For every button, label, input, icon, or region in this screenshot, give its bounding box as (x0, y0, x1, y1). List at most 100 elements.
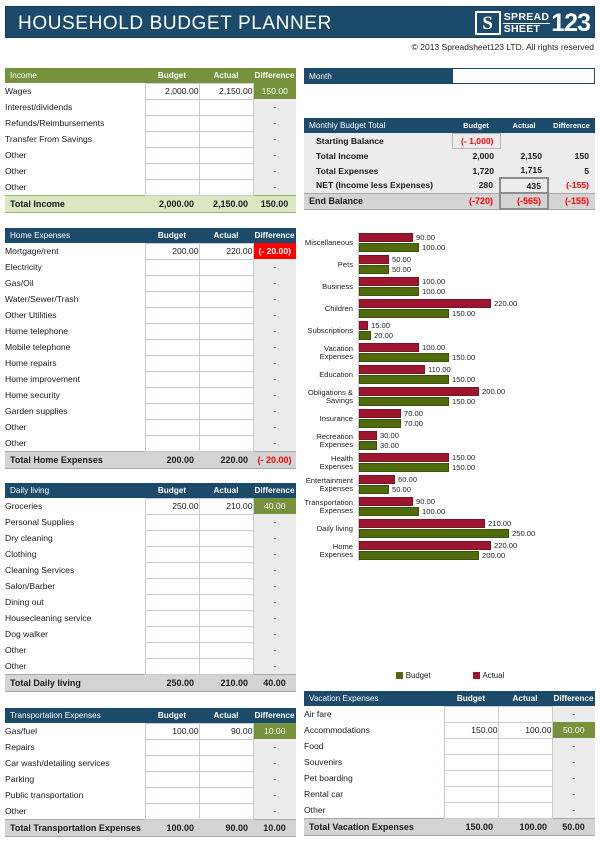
row-actual-input[interactable] (198, 354, 254, 372)
row-actual-input[interactable] (198, 274, 254, 292)
row-budget-input[interactable] (144, 114, 200, 132)
row-budget-input[interactable] (144, 434, 200, 452)
row-budget-input[interactable] (144, 354, 200, 372)
row-actual-input[interactable] (198, 306, 254, 324)
row-budget-input[interactable] (144, 130, 200, 148)
row-actual-input[interactable] (497, 785, 553, 803)
row-actual-input[interactable] (198, 625, 254, 643)
row-actual-input[interactable]: 210.00 (198, 497, 254, 515)
row-actual-input[interactable] (198, 386, 254, 404)
row-budget-input[interactable] (443, 737, 499, 755)
row-actual-input[interactable] (198, 290, 254, 308)
row-actual-input[interactable]: 220.00 (198, 242, 254, 260)
row-actual-input[interactable] (198, 754, 254, 772)
row-actual-input[interactable] (497, 769, 553, 787)
row-budget-input[interactable] (144, 322, 200, 340)
row-budget-input[interactable] (144, 593, 200, 611)
table-row: Groceries 250.00 210.00 40.00 (5, 497, 296, 515)
row-actual-input[interactable] (198, 609, 254, 627)
row-actual-input[interactable] (198, 802, 254, 820)
row-actual-input[interactable] (198, 338, 254, 356)
chart-value-budget: 250.00 (512, 529, 536, 538)
row-actual-input[interactable] (198, 162, 254, 180)
row-budget-input[interactable]: 200.00 (144, 242, 200, 260)
row-actual-input[interactable] (198, 370, 254, 388)
table-row: Air fare - (304, 705, 595, 723)
row-budget-input[interactable] (144, 274, 200, 292)
row-budget-input[interactable] (144, 306, 200, 324)
row-budget-input[interactable] (144, 738, 200, 756)
row-actual-input[interactable] (198, 114, 254, 132)
row-actual[interactable]: 435 (499, 177, 549, 194)
row-budget-input[interactable] (144, 561, 200, 579)
row-budget-input[interactable] (144, 290, 200, 308)
row-budget-input[interactable] (144, 577, 200, 595)
row-actual-input[interactable] (198, 178, 254, 196)
row-actual-input[interactable] (198, 593, 254, 611)
row-actual-input[interactable] (198, 738, 254, 756)
row-budget-input[interactable] (144, 338, 200, 356)
row-actual-input[interactable] (198, 146, 254, 164)
chart-bar-budget (359, 463, 449, 472)
row-actual-input[interactable]: 90.00 (198, 722, 254, 740)
row-label: Electricity (5, 259, 145, 275)
row-actual-input[interactable] (198, 770, 254, 788)
row-budget-input[interactable] (443, 769, 499, 787)
row-actual-input[interactable] (198, 657, 254, 675)
row-actual-input[interactable] (497, 737, 553, 755)
row-actual-input[interactable] (198, 545, 254, 563)
row-budget-input[interactable] (144, 754, 200, 772)
row-budget-input[interactable] (144, 641, 200, 659)
row-actual-input[interactable] (497, 753, 553, 771)
chart-value-actual: 110.00 (428, 365, 451, 374)
row-budget-input[interactable] (144, 178, 200, 196)
row-difference: - (253, 419, 296, 435)
row-budget-input[interactable] (144, 146, 200, 164)
row-actual-input[interactable] (198, 513, 254, 531)
row-budget-input[interactable]: 100.00 (144, 722, 200, 740)
row-budget-input[interactable] (144, 786, 200, 804)
row-budget-input[interactable] (144, 98, 200, 116)
row-budget-input[interactable] (443, 801, 499, 819)
row-actual-input[interactable] (198, 258, 254, 276)
month-input[interactable] (452, 68, 595, 84)
row-budget-input[interactable] (144, 545, 200, 563)
row-budget-input[interactable] (443, 753, 499, 771)
column-header-actual: Actual (498, 691, 552, 706)
row-budget-input[interactable] (144, 402, 200, 420)
row-budget-input[interactable] (144, 770, 200, 788)
row-budget-input[interactable] (144, 162, 200, 180)
row-budget-input[interactable]: 150.00 (443, 721, 499, 739)
row-actual-input[interactable] (198, 577, 254, 595)
row-actual-input[interactable] (497, 705, 553, 723)
row-actual-input[interactable]: 2,150.00 (198, 82, 254, 100)
row-budget-input[interactable] (144, 802, 200, 820)
row-budget-input[interactable] (144, 609, 200, 627)
row-actual-input[interactable] (198, 561, 254, 579)
row-budget-input[interactable]: 250.00 (144, 497, 200, 515)
row-actual-input[interactable] (198, 322, 254, 340)
row-actual-input[interactable] (497, 801, 553, 819)
row-actual-input[interactable] (198, 786, 254, 804)
row-budget-input[interactable]: 2,000.00 (144, 82, 200, 100)
row-budget-input[interactable] (144, 657, 200, 675)
row-actual-input[interactable] (198, 98, 254, 116)
row-actual-input[interactable] (198, 529, 254, 547)
row-budget-input[interactable] (443, 705, 499, 723)
row-budget-input[interactable] (144, 625, 200, 643)
row-budget-input[interactable] (443, 785, 499, 803)
row-actual-input[interactable] (198, 130, 254, 148)
row-budget-input[interactable] (144, 418, 200, 436)
row-budget-input[interactable] (144, 258, 200, 276)
row-actual-input[interactable] (198, 434, 254, 452)
row-budget-input[interactable] (144, 370, 200, 388)
row-budget-input[interactable] (144, 386, 200, 404)
row-actual-input[interactable] (198, 402, 254, 420)
row-actual[interactable] (500, 133, 548, 148)
row-budget-input[interactable] (144, 529, 200, 547)
row-actual-input[interactable]: 100.00 (497, 721, 553, 739)
row-budget[interactable]: (- 1,000) (451, 132, 501, 149)
row-actual-input[interactable] (198, 641, 254, 659)
row-budget-input[interactable] (144, 513, 200, 531)
row-actual-input[interactable] (198, 418, 254, 436)
